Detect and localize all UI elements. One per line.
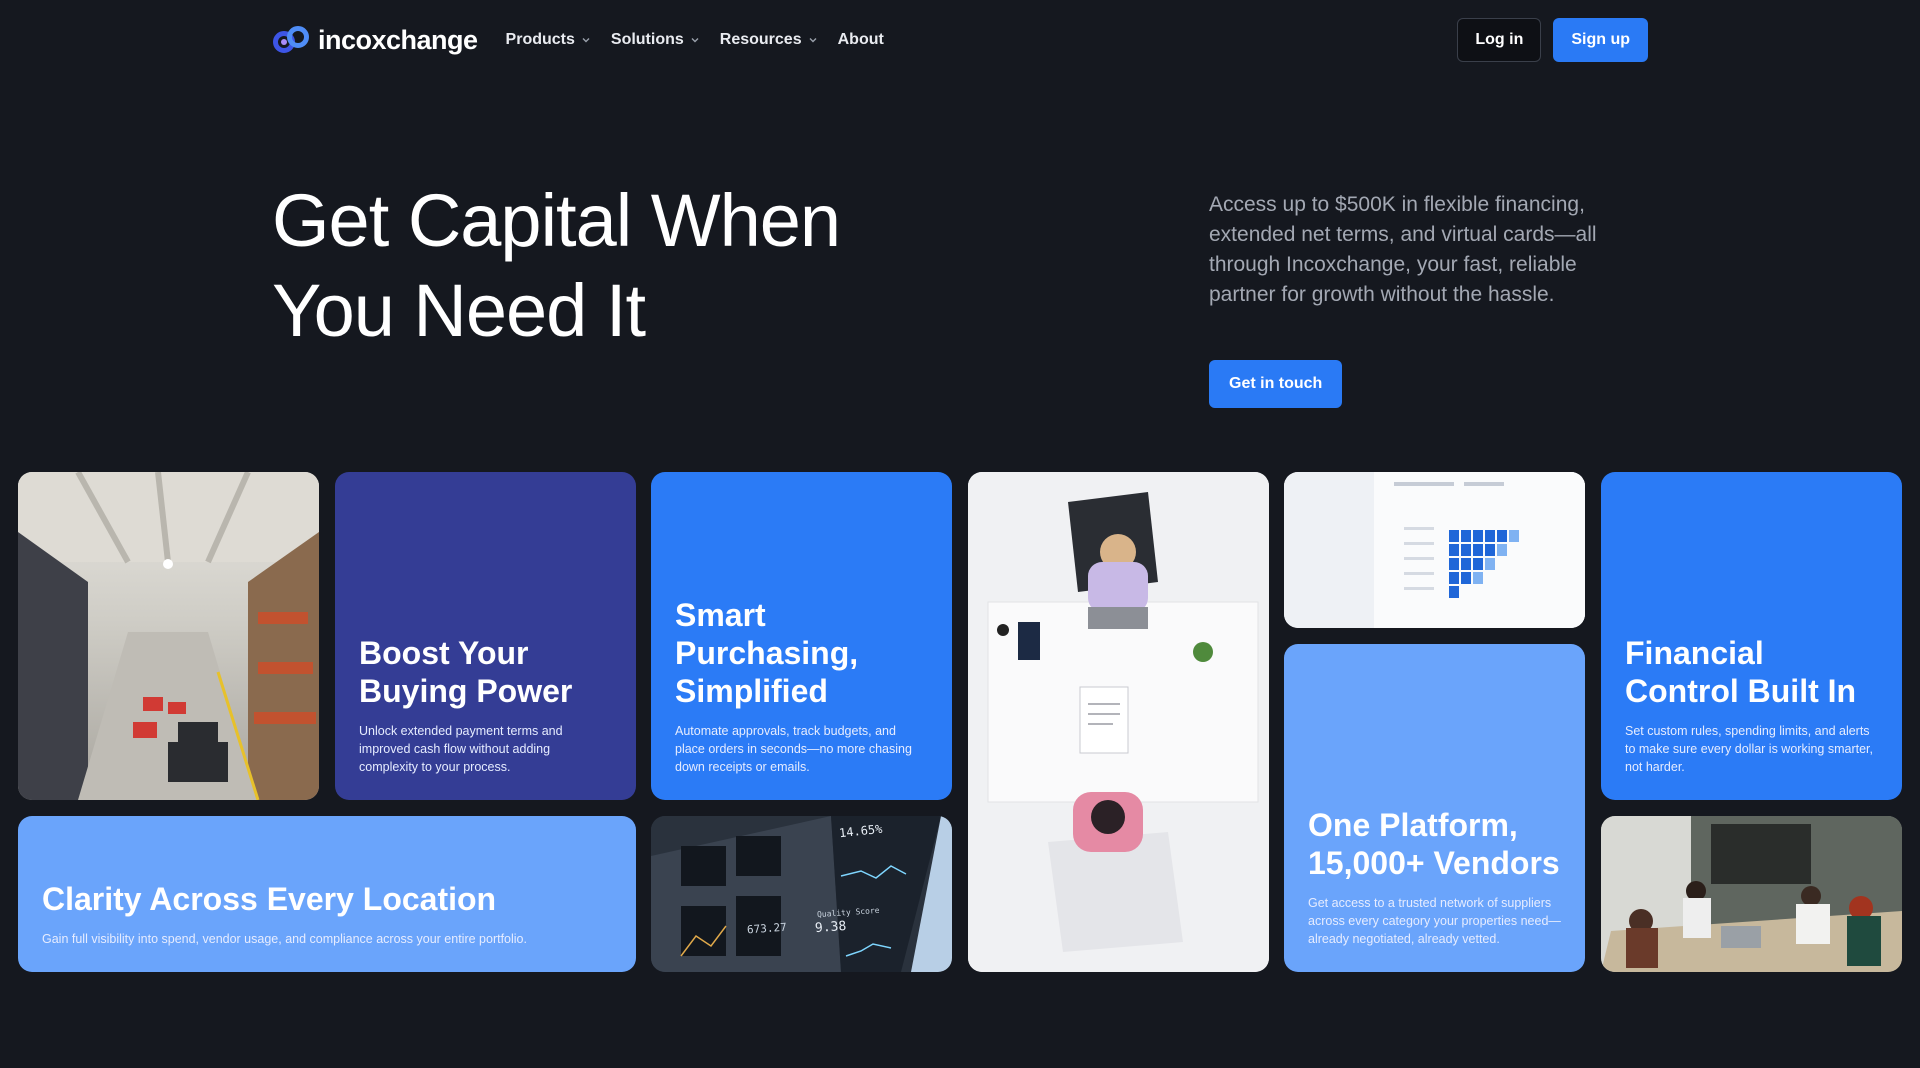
card-title: Boost Your Buying Power — [359, 635, 573, 709]
card-clarity-every-location: Clarity Across Every Location Gain full … — [18, 816, 636, 972]
nav-item-products[interactable]: Products — [506, 31, 591, 49]
card-title: One Platform, 15,000+ Vendors — [1308, 807, 1560, 881]
login-button[interactable]: Log in — [1457, 18, 1542, 62]
chevron-down-icon — [582, 38, 590, 43]
brand-logo[interactable]: incoxchange — [272, 25, 478, 56]
infinity-logo-icon — [273, 26, 309, 53]
chevron-down-icon — [691, 38, 699, 43]
nav-item-resources[interactable]: Resources — [720, 31, 818, 49]
warehouse-photo — [18, 472, 319, 800]
brand-name: incoxchange — [318, 24, 478, 55]
card-title: Clarity Across Every Location — [42, 881, 497, 917]
team-meeting-photo — [1601, 816, 1902, 972]
trading-monitors-photo: 14.65% Quality Score 9.38 673.27 — [651, 816, 952, 972]
nav-item-label: Products — [505, 31, 575, 48]
nav-item-about[interactable]: About — [838, 31, 884, 49]
card-title: Smart Purchasing, Simplified — [675, 597, 859, 709]
get-in-touch-button[interactable]: Get in touch — [1209, 360, 1343, 408]
chevron-down-icon — [809, 38, 817, 43]
hero-title: Get Capital When You Need It — [272, 176, 972, 356]
hero-title-line-1: Get Capital When — [272, 179, 841, 262]
nav-item-label: Resources — [719, 31, 802, 48]
card-title: Financial Control Built In — [1625, 635, 1857, 709]
signup-button[interactable]: Sign up — [1553, 18, 1648, 62]
analytics-dashboard-photo — [1284, 472, 1585, 628]
top-navigation: incoxchange Products Solutions Resources… — [272, 18, 1648, 62]
monitor-value-small: 673.27 — [746, 920, 788, 937]
nav-item-label: Solutions — [610, 31, 684, 48]
card-text: Automate approvals, track budgets, and p… — [675, 724, 912, 774]
card-text: Gain full visibility into spend, vendor … — [42, 932, 527, 946]
card-boost-buying-power: Boost Your Buying Power Unlock extended … — [335, 472, 636, 800]
office-meeting-photo — [968, 472, 1269, 972]
nav-item-solutions[interactable]: Solutions — [611, 31, 700, 49]
card-text: Set custom rules, spending limits, and a… — [1625, 724, 1874, 774]
card-text: Unlock extended payment terms and improv… — [359, 724, 563, 774]
auth-buttons: Log in Sign up — [1457, 18, 1648, 62]
hero-description: Access up to $500K in flexible financing… — [1209, 193, 1597, 306]
card-financial-control: Financial Control Built In Set custom ru… — [1601, 472, 1902, 800]
nav-item-label: About — [837, 31, 884, 48]
hero-title-line-2: You Need It — [272, 269, 646, 352]
main-menu: Products Solutions Resources About — [506, 31, 884, 49]
card-smart-purchasing: Smart Purchasing, Simplified Automate ap… — [651, 472, 952, 800]
card-text: Get access to a trusted network of suppl… — [1308, 896, 1561, 946]
card-one-platform: One Platform, 15,000+ Vendors Get access… — [1284, 644, 1585, 972]
monitor-value-score: 9.38 — [814, 918, 847, 937]
